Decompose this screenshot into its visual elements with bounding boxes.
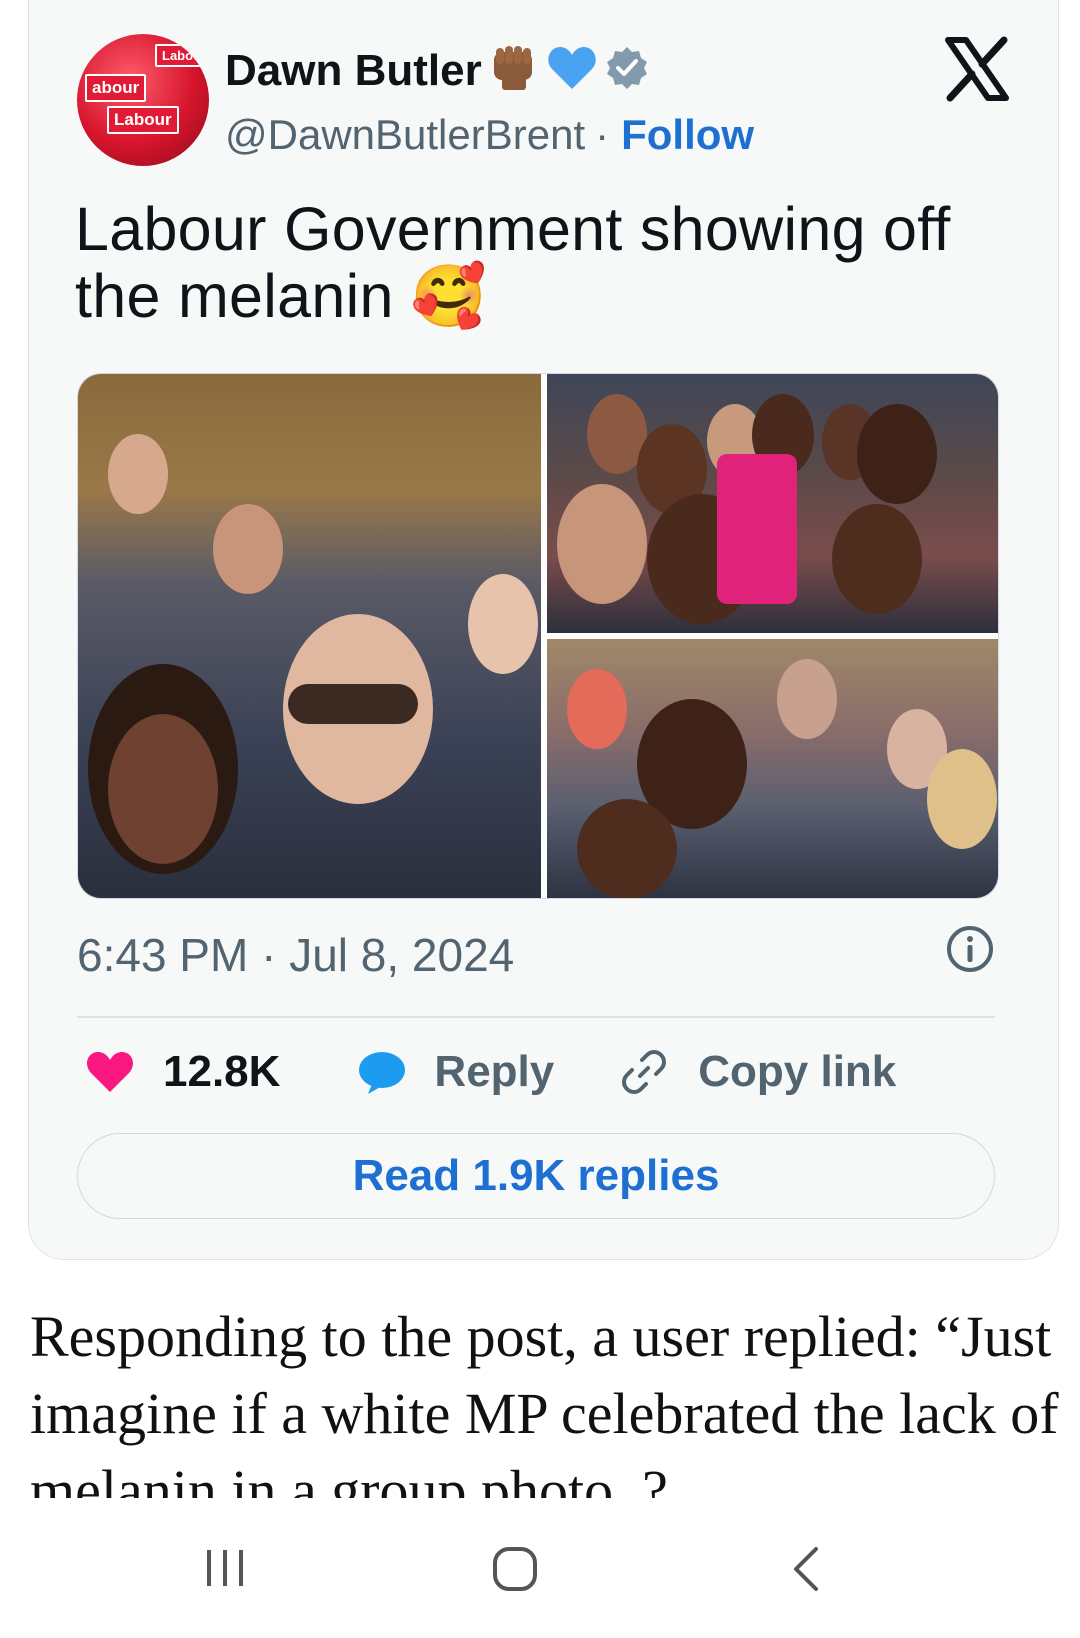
action-bar: 12.8K Reply Copy link <box>85 1040 896 1104</box>
photo-man-selfie[interactable] <box>547 639 998 898</box>
like-button[interactable]: 12.8K <box>85 1047 358 1097</box>
x-logo-icon[interactable] <box>944 36 1010 102</box>
author-name[interactable]: Dawn Butler <box>225 46 482 96</box>
avatar-sign-main: Labour <box>107 106 179 134</box>
post-media-grid[interactable] <box>77 373 999 899</box>
back-icon[interactable] <box>788 1546 822 1597</box>
post-timestamp[interactable]: 6:43 PM · Jul 8, 2024 <box>77 928 514 982</box>
verified-badge-icon <box>604 45 650 96</box>
raised-fist-icon <box>488 44 540 97</box>
separator: · <box>595 111 610 158</box>
copy-link-button[interactable]: Copy link <box>620 1047 896 1097</box>
like-count: 12.8K <box>163 1047 281 1096</box>
reply-label: Reply <box>434 1047 555 1096</box>
recent-apps-icon[interactable] <box>203 1546 247 1595</box>
divider <box>77 1016 995 1018</box>
avatar-sign: abour <box>85 74 147 102</box>
avatar-sign: Labour <box>155 44 209 67</box>
photo-women-group[interactable] <box>547 374 998 633</box>
follow-button[interactable]: Follow <box>621 111 754 159</box>
photo-group-selfie[interactable] <box>78 374 541 898</box>
system-navigation-bar <box>0 1508 1080 1638</box>
read-replies-button[interactable]: Read 1.9K replies <box>77 1133 995 1219</box>
author-handle[interactable]: @DawnButlerBrent <box>225 111 585 159</box>
article-paragraph: Responding to the post, a user replied: … <box>30 1304 1059 1498</box>
embedded-post-card[interactable]: abour Labour Labour Dawn Butler @DawnBut… <box>28 0 1059 1260</box>
info-icon[interactable] <box>945 924 995 985</box>
home-icon[interactable] <box>492 1546 538 1597</box>
blue-heart-icon <box>546 45 598 96</box>
post-meta-row: 6:43 PM · Jul 8, 2024 <box>77 924 995 985</box>
author-avatar[interactable]: abour Labour Labour <box>77 34 209 166</box>
author-block: Dawn Butler @DawnButlerBrent · Follow <box>225 44 754 159</box>
copy-link-label: Copy link <box>698 1047 897 1096</box>
reply-button[interactable]: Reply <box>358 1047 620 1097</box>
post-text: Labour Government showing off the melani… <box>75 195 951 330</box>
